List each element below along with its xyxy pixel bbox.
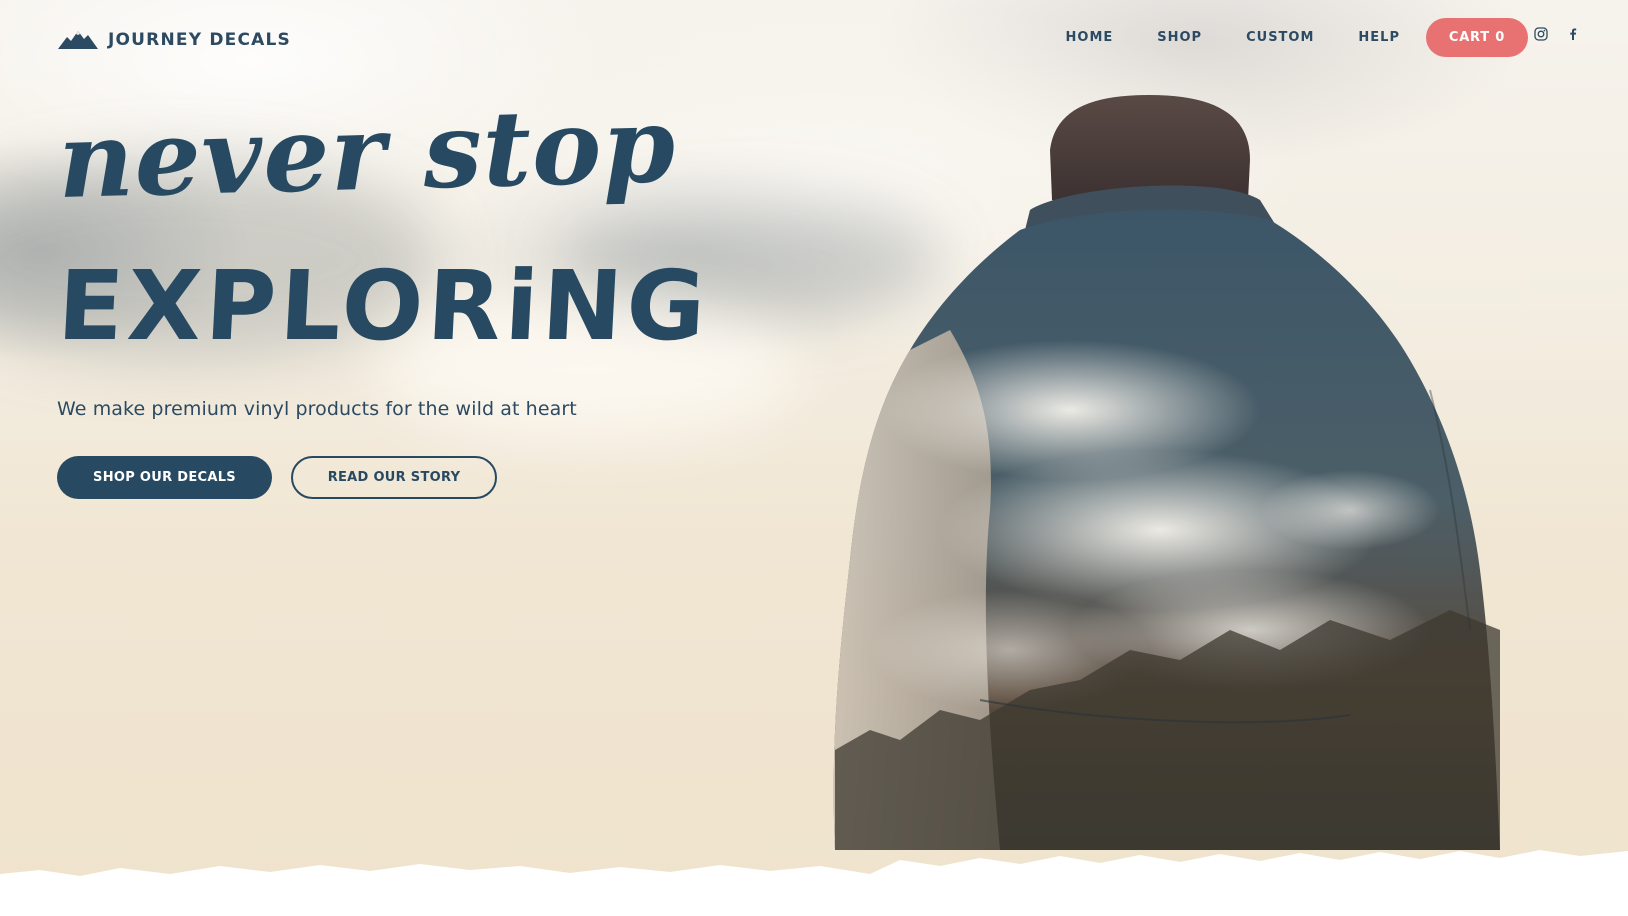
site-header: JOURNEY DECALS HOME SHOP CUSTOM HELP CAR…	[0, 0, 1628, 70]
hero-tagline: We make premium vinyl products for the w…	[57, 398, 577, 420]
main-nav: HOME SHOP CUSTOM HELP CART 0	[1022, 17, 1528, 57]
hero-person-image	[830, 90, 1510, 880]
headline-line-1: never stop	[56, 82, 678, 222]
nav-shop[interactable]: SHOP	[1157, 30, 1202, 45]
cart-button[interactable]: CART 0	[1426, 17, 1528, 57]
nav-custom[interactable]: CUSTOM	[1246, 30, 1314, 45]
mountains-icon	[58, 31, 98, 49]
social-links	[1534, 27, 1580, 41]
brand-logo[interactable]: JOURNEY DECALS	[58, 26, 291, 54]
read-story-button[interactable]: READ OUR STORY	[291, 456, 497, 499]
facebook-icon[interactable]	[1566, 27, 1580, 41]
nav-help[interactable]: HELP	[1358, 30, 1400, 45]
torn-paper-edge	[0, 836, 1628, 916]
instagram-icon[interactable]	[1534, 27, 1548, 41]
brand-name: JOURNEY DECALS	[108, 30, 291, 50]
shop-decals-button[interactable]: SHOP OUR DECALS	[57, 456, 272, 499]
nav-home[interactable]: HOME	[1066, 30, 1114, 45]
headline-line-2: EXPLORiNG	[55, 250, 713, 362]
